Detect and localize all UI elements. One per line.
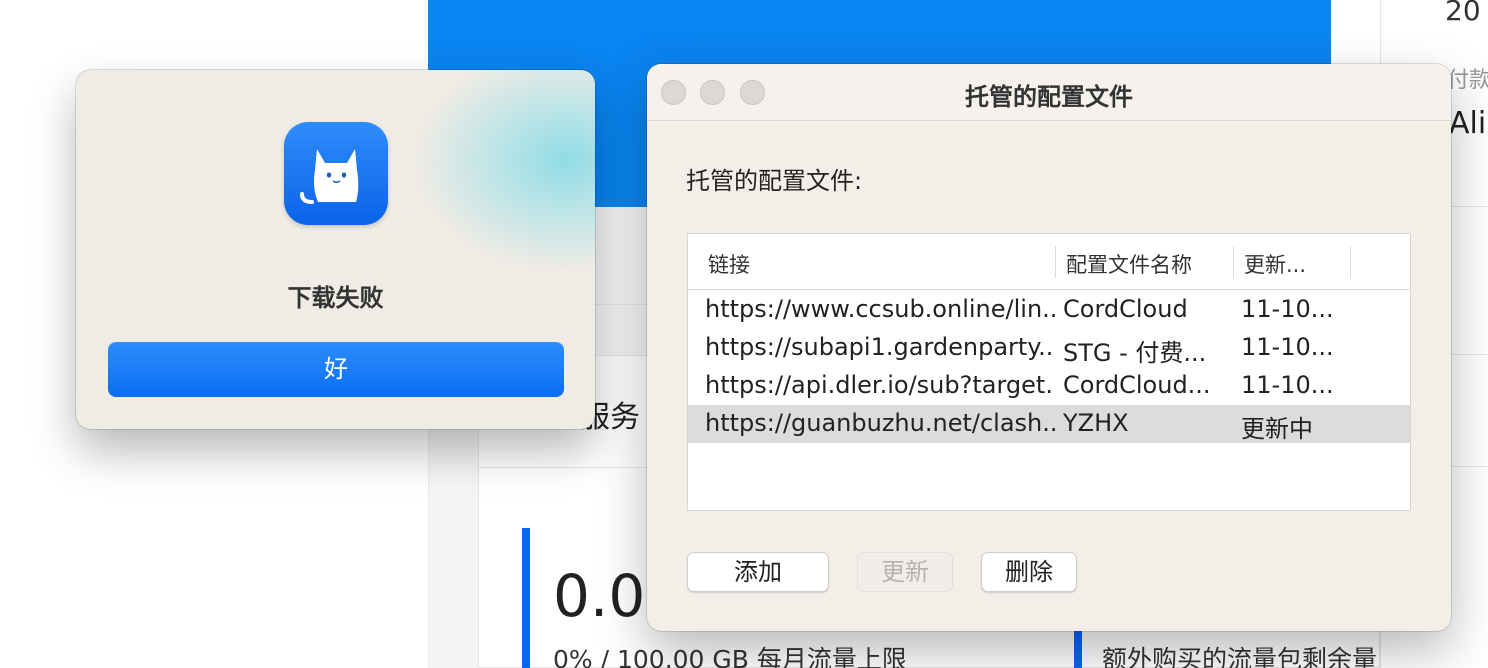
cat-app-icon <box>284 122 388 225</box>
background-stat-caption: 额外购买的流量包剩余量 <box>1102 645 1378 668</box>
background-payment-label: 付款 <box>1447 68 1488 93</box>
download-failed-alert: 下载失败 好 <box>76 70 595 429</box>
background-stat-accent <box>522 528 530 668</box>
column-header-link[interactable]: 链接 <box>708 249 750 279</box>
ok-button[interactable]: 好 <box>108 342 564 397</box>
managed-config-window: 托管的配置文件 托管的配置文件: 链接 配置文件名称 更新... https:/… <box>647 64 1451 631</box>
section-label: 托管的配置文件: <box>686 167 863 195</box>
row-updated: 11-10... <box>1241 295 1334 323</box>
add-button[interactable]: 添加 <box>687 552 829 592</box>
table-row[interactable]: https://www.ccsub.online/lin... CordClou… <box>688 291 1410 329</box>
window-title: 托管的配置文件 <box>965 83 1133 111</box>
row-url: https://www.ccsub.online/lin... <box>705 295 1055 323</box>
row-name: CordCloud... <box>1063 371 1211 399</box>
table-row-selected[interactable]: https://guanbuzhu.net/clash... YZHX 更新中 <box>688 405 1410 443</box>
row-updated: 11-10... <box>1241 333 1334 361</box>
table-row[interactable]: https://subapi1.gardenparty... STG - 付费.… <box>688 329 1410 367</box>
background-stat-accent <box>1074 630 1082 668</box>
update-button[interactable]: 更新 <box>857 552 953 592</box>
alert-title: 下载失败 <box>287 284 384 312</box>
table-row[interactable]: https://api.dler.io/sub?target... CordCl… <box>688 367 1410 405</box>
config-table: 链接 配置文件名称 更新... https://www.ccsub.online… <box>687 233 1411 511</box>
background-year: 20 <box>1445 0 1481 27</box>
column-separator[interactable] <box>1233 246 1234 278</box>
row-updated: 11-10... <box>1241 371 1334 399</box>
delete-button[interactable]: 删除 <box>981 552 1077 592</box>
column-separator[interactable] <box>1350 246 1351 278</box>
row-url: https://api.dler.io/sub?target... <box>705 371 1055 399</box>
row-updated: 更新中 <box>1241 415 1313 443</box>
row-url: https://subapi1.gardenparty... <box>705 333 1055 361</box>
row-name: YZHX <box>1063 409 1129 437</box>
window-titlebar[interactable]: 托管的配置文件 <box>647 64 1451 121</box>
column-separator[interactable] <box>1055 246 1056 278</box>
table-header: 链接 配置文件名称 更新... <box>688 234 1410 290</box>
column-header-updated[interactable]: 更新... <box>1244 249 1306 279</box>
column-header-name[interactable]: 配置文件名称 <box>1066 249 1192 279</box>
row-name: CordCloud <box>1063 295 1188 323</box>
background-payment-value: Alipay <box>1449 106 1488 141</box>
row-name: STG - 付费... <box>1063 339 1207 367</box>
background-stat-caption: 0% / 100.00 GB 每月流量上限 <box>553 645 907 668</box>
row-url: https://guanbuzhu.net/clash... <box>705 409 1055 437</box>
